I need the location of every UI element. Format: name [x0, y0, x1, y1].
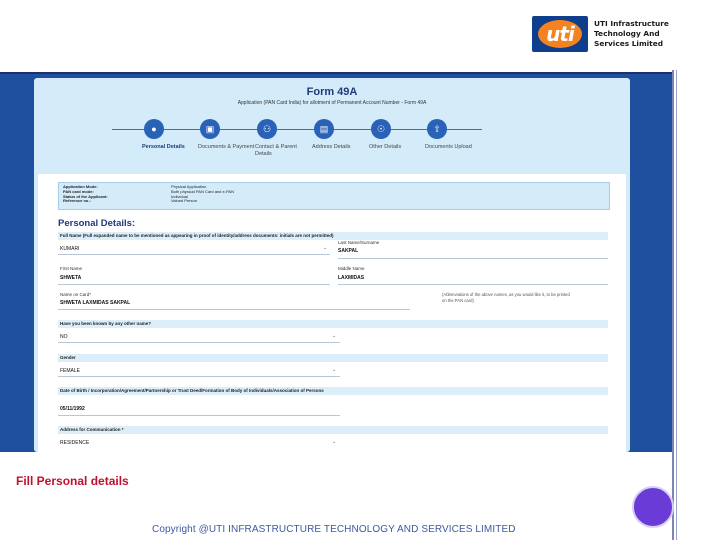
decorative-line — [676, 70, 677, 540]
logo-line: Technology And — [594, 29, 660, 38]
form-title: Form 49A — [306, 86, 358, 98]
name-on-card-input[interactable]: SHWETA LAXMIDAS SAKPAL — [60, 300, 130, 306]
step-documents-upload[interactable]: ⇧ Documents Upload — [425, 119, 485, 151]
field-underline — [58, 415, 340, 416]
dob-input[interactable]: 05/11/1992 — [60, 406, 85, 412]
middle-name-input[interactable]: LAXMIDAS — [338, 275, 364, 281]
chevron-down-icon[interactable]: ⌄ — [323, 245, 327, 251]
step-documents-payment[interactable]: ▣ Documents & Payment — [198, 119, 258, 151]
logo-mark-text: uti — [546, 22, 575, 46]
info-value: Valued Person — [171, 198, 197, 204]
field-underline — [338, 258, 608, 259]
known-by-bar: Have you been known by any other name? — [58, 320, 608, 328]
decorative-circle — [632, 486, 674, 528]
chevron-down-icon[interactable]: ⌄ — [332, 367, 336, 373]
field-underline — [58, 309, 410, 310]
address-bar: Address for Communication * — [58, 426, 608, 434]
field-underline — [58, 342, 340, 343]
step-contact-parent[interactable]: ⚇ Contact & Parent Details — [255, 119, 315, 158]
gender-select[interactable]: FEMALE — [60, 368, 80, 374]
step-label: Other Details — [369, 144, 402, 150]
personal-details-form: Application Mode: PAN card mode: Status … — [38, 174, 626, 452]
section-title: Personal Details: — [58, 218, 136, 229]
step-other-details[interactable]: ☉ Other Details — [369, 119, 429, 151]
dob-bar: Date of Birth / Incorporation/Agreement/… — [58, 387, 608, 395]
family-icon: ⚇ — [257, 119, 277, 139]
last-name-input[interactable]: SAKPAL — [338, 248, 358, 254]
address-select[interactable]: RESIDENCE — [60, 440, 89, 446]
first-name-input[interactable]: SHWETA — [60, 275, 81, 281]
field-underline — [338, 284, 608, 285]
name-on-card-note: (Abbreviations of the above names, as yo… — [442, 292, 570, 303]
field-underline — [58, 376, 340, 377]
chevron-down-icon[interactable]: ⌄ — [332, 439, 336, 445]
step-label: Documents & Payment — [198, 144, 255, 150]
form-screenshot: Form 49A Application (PAN Card India) fo… — [0, 74, 672, 452]
info-labels: Application Mode: PAN card mode: Status … — [63, 184, 108, 204]
info-label: Reference no.: — [63, 198, 91, 204]
field-underline — [58, 254, 330, 255]
user-icon: ● — [144, 119, 164, 139]
gender-bar: Gender — [58, 354, 608, 362]
info-icon: ☉ — [371, 119, 391, 139]
decorative-line — [672, 70, 674, 540]
step-label: Documents Upload — [425, 144, 472, 150]
step-label: Contact & Parent Details — [255, 144, 297, 157]
field-underline — [58, 284, 330, 285]
step-label: Personal Details — [142, 144, 185, 150]
logo-line: UTI Infrastructure — [594, 19, 669, 28]
copyright-footer: Copyright @UTI INFRASTRUCTURE TECHNOLOGY… — [152, 524, 516, 535]
name-on-card-label: Name on Card* — [60, 292, 92, 297]
chevron-down-icon[interactable]: ⌄ — [332, 333, 336, 339]
step-personal-details[interactable]: ● Personal Details — [142, 119, 202, 151]
middle-name-label: Middle Name — [338, 266, 365, 271]
info-values: Physical Application Both physical PAN C… — [171, 184, 234, 204]
first-name-label: First Name — [60, 266, 83, 271]
form-panel: Form 49A Application (PAN Card India) fo… — [34, 78, 630, 452]
uti-logo: uti UTI Infrastructure Technology And Se… — [532, 16, 672, 52]
known-by-select[interactable]: NO — [60, 334, 68, 340]
last-name-label: Last Name/Surname — [338, 240, 380, 245]
logo-line: Services Limited — [594, 39, 664, 48]
upload-icon: ⇧ — [427, 119, 447, 139]
id-card-icon: ▤ — [314, 119, 334, 139]
form-subtitle: Application (PAN Card India) for allotme… — [237, 100, 427, 106]
logo-company-name: UTI Infrastructure Technology And Servic… — [594, 19, 674, 49]
uti-logo-mark: uti — [532, 16, 588, 52]
step-address-details[interactable]: ▤ Address Details — [312, 119, 372, 151]
step-label: Address Details — [312, 144, 351, 150]
title-select[interactable]: KUMARI — [60, 246, 79, 252]
document-icon: ▣ — [200, 119, 220, 139]
slide-caption: Fill Personal details — [16, 474, 129, 488]
full-name-bar: Full Name (Full expanded name to be ment… — [58, 232, 608, 240]
application-info-box: Application Mode: PAN card mode: Status … — [58, 182, 610, 210]
